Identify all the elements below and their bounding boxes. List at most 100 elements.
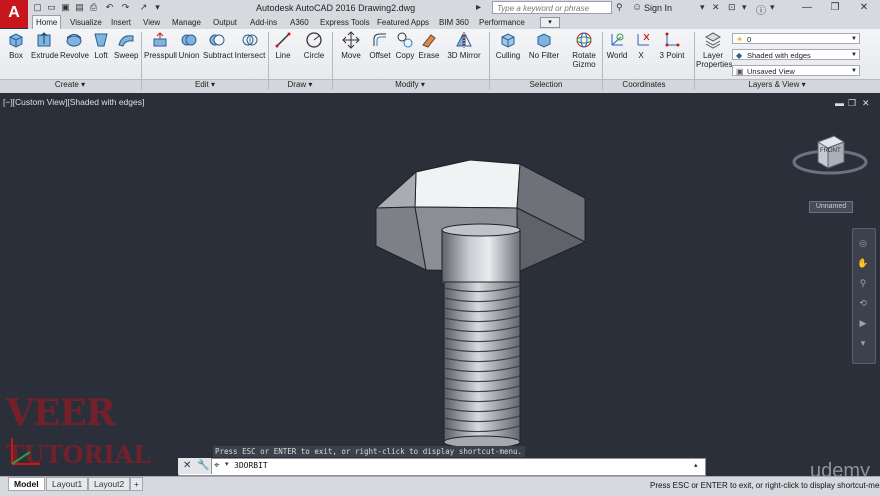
layer-properties-icon (704, 32, 722, 49)
search-input[interactable]: Type a keyword or phrase (492, 1, 612, 14)
search-toggle-icon[interactable]: ▸ (476, 2, 481, 13)
command-prompt-icon[interactable]: ⌖ (214, 460, 220, 471)
union-tool[interactable]: Union (178, 31, 200, 60)
tab-output[interactable]: Output (210, 16, 240, 29)
viewport-minimize-icon[interactable]: ▬ (835, 98, 844, 108)
panel-create-label[interactable]: Create ▾ (40, 80, 100, 89)
viewcube[interactable]: FRONT (790, 130, 870, 190)
offset-tool[interactable]: Offset (368, 31, 392, 60)
tab-performance[interactable]: Performance (476, 16, 528, 29)
world-ucs-tool[interactable]: World (606, 31, 628, 60)
user-icon[interactable]: ☺ (632, 2, 642, 13)
layer-properties-tool[interactable]: Layer Properties (696, 31, 732, 69)
share-icon[interactable]: ↗ (138, 2, 149, 13)
bolt-3d-model[interactable] (360, 150, 600, 450)
help-dropdown-icon[interactable]: ▾ (770, 2, 775, 13)
connect-dropdown-icon[interactable]: ▾ (742, 2, 747, 13)
exchange-apps-icon[interactable]: ✕ (712, 2, 720, 13)
layout-tab-layout2[interactable]: Layout2 (88, 477, 131, 491)
move-tool[interactable]: Move (339, 31, 363, 60)
rotate-gizmo-tool[interactable]: Rotate Gizmo (570, 31, 598, 69)
add-layout-button[interactable]: + (130, 477, 143, 491)
help-icon[interactable]: ⓘ (756, 2, 766, 17)
subtract-tool[interactable]: Subtract (203, 31, 233, 60)
save-icon[interactable]: ▣ (60, 2, 71, 13)
application-menu-button[interactable]: A (0, 0, 28, 28)
tab-manage[interactable]: Manage (169, 16, 204, 29)
sign-in-button[interactable]: Sign In (644, 3, 672, 13)
named-view-dropdown[interactable]: ▣ Unsaved View ▼ (732, 65, 860, 76)
zoom-icon[interactable]: ⚲ (856, 276, 870, 290)
wrench-icon[interactable]: 🔧 (197, 460, 209, 471)
erase-label: Erase (418, 51, 440, 60)
3-point-ucs-tool[interactable]: 3 Point (658, 31, 686, 60)
culling-tool[interactable]: Culling (494, 31, 522, 60)
undo-icon[interactable]: ↶ (104, 2, 115, 13)
erase-tool[interactable]: Erase (418, 31, 440, 60)
layout-tab-model[interactable]: Model (8, 477, 45, 491)
sweep-tool[interactable]: Sweep (114, 31, 138, 60)
navbar-options-icon[interactable]: ▾ (856, 336, 870, 350)
offset-label: Offset (369, 51, 391, 60)
close-button[interactable]: ✕ (850, 0, 878, 15)
circle-tool[interactable]: Circle (302, 31, 326, 60)
copy-icon (397, 32, 413, 48)
stay-connected-icon[interactable]: ⊡ (728, 2, 736, 13)
panel-draw-label[interactable]: Draw ▾ (270, 80, 330, 89)
recent-commands-icon[interactable]: ▾ (225, 460, 229, 468)
layout-tab-layout1[interactable]: Layout1 (46, 477, 89, 491)
save-as-icon[interactable]: ▤ (74, 2, 85, 13)
tab-a360[interactable]: A360 (287, 16, 312, 29)
command-input[interactable]: 3DORBIT (234, 461, 268, 470)
new-file-icon[interactable]: ▢ (32, 2, 43, 13)
copy-tool[interactable]: Copy (395, 31, 415, 60)
panel-edit-label[interactable]: Edit ▾ (175, 80, 235, 89)
offset-icon (373, 33, 386, 46)
signin-dropdown-icon[interactable]: ▾ (700, 2, 705, 13)
orbit-icon[interactable]: ⟲ (856, 296, 870, 310)
tab-featured-apps[interactable]: Featured Apps (374, 16, 432, 29)
close-command-line-icon[interactable]: ✕ (183, 460, 191, 471)
panel-modify-label[interactable]: Modify ▾ (380, 80, 440, 89)
named-view-value: Unsaved View (747, 67, 795, 76)
intersect-tool[interactable]: Intersect (234, 31, 266, 60)
tab-view[interactable]: View (140, 16, 163, 29)
tab-insert[interactable]: Insert (108, 16, 134, 29)
x-ucs-tool[interactable]: X (634, 31, 650, 60)
viewport-close-icon[interactable]: ✕ (862, 98, 870, 109)
line-tool[interactable]: Line (272, 31, 294, 60)
ucs-menu[interactable]: Unnamed (809, 201, 853, 213)
viewport-controls-label[interactable]: [−][Custom View][Shaded with edges] (3, 97, 144, 107)
union-label: Union (178, 51, 200, 60)
box-tool[interactable]: Box (6, 31, 26, 60)
binoculars-icon[interactable]: ⚲ (616, 2, 623, 13)
tab-bim-360[interactable]: BIM 360 (436, 16, 472, 29)
minimize-button[interactable]: — (793, 0, 821, 15)
pan-icon[interactable]: ✋ (856, 256, 870, 270)
no-filter-tool[interactable]: No Filter (527, 31, 561, 60)
extrude-tool[interactable]: Extrude (31, 31, 59, 60)
visual-style-dropdown[interactable]: ◆ Shaded with edges ▼ (732, 49, 860, 60)
quick-access-dropdown-icon[interactable]: ▾ (152, 2, 163, 13)
eraser-icon (422, 34, 436, 48)
tab-visualize[interactable]: Visualize (67, 16, 105, 29)
restore-button[interactable]: ❐ (821, 0, 849, 15)
chevron-down-icon: ▼ (851, 36, 857, 42)
tab-add-ins[interactable]: Add-ins (247, 16, 280, 29)
showmotion-icon[interactable]: ▶ (856, 316, 870, 330)
open-file-icon[interactable]: ▭ (46, 2, 57, 13)
loft-tool[interactable]: Loft (92, 31, 110, 60)
steering-wheel-icon[interactable]: ◎ (856, 236, 870, 250)
panel-layers-view-label[interactable]: Layers & View ▾ (742, 80, 812, 89)
3d-mirror-tool[interactable]: 3D Mirror (446, 31, 482, 60)
tab-express-tools[interactable]: Express Tools (317, 16, 373, 29)
tab-home[interactable]: Home (32, 15, 62, 30)
redo-icon[interactable]: ↷ (120, 2, 131, 13)
viewport-restore-icon[interactable]: ❐ (848, 98, 856, 109)
revolve-tool[interactable]: Revolve (60, 31, 89, 60)
command-history-toggle-icon[interactable]: ▴ (694, 461, 698, 469)
layer-dropdown[interactable]: ☀ 0 ▼ (732, 33, 860, 44)
ribbon-minimize-icon[interactable]: ▾ (540, 17, 560, 28)
print-icon[interactable]: ⎙ (88, 2, 99, 13)
presspull-tool[interactable]: Presspull (144, 31, 177, 60)
